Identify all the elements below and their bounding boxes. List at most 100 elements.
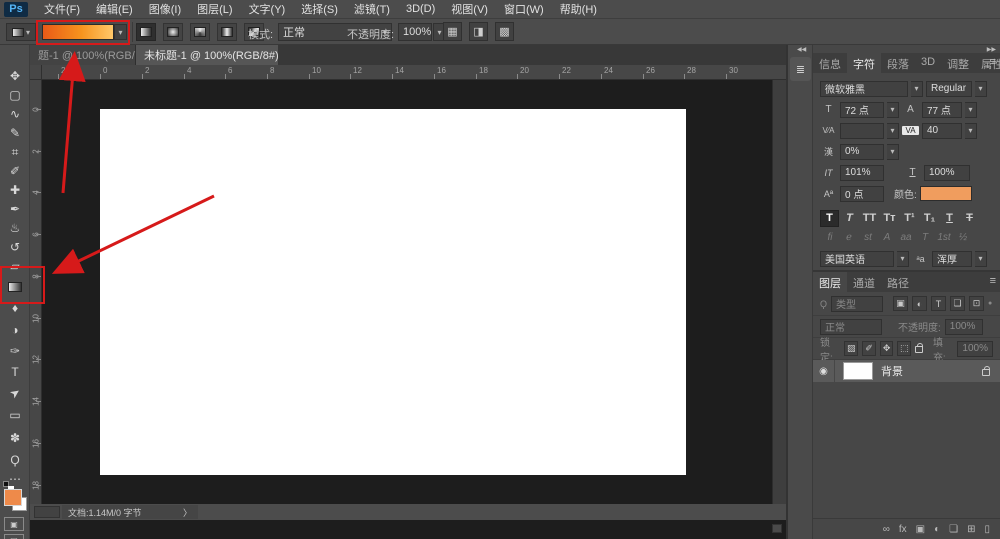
layer-row-background[interactable]: ◉ 背景 — [813, 360, 1000, 382]
quick-selection-tool[interactable]: ✎ — [0, 124, 30, 142]
tab-info[interactable]: 信息 — [813, 53, 847, 73]
tracking-field[interactable]: 40 — [922, 123, 962, 139]
new-layer-icon[interactable]: ⊞ — [967, 524, 975, 535]
chevron-down-icon[interactable]: ▾ — [887, 123, 899, 139]
filter-type-layers-icon[interactable]: T — [931, 296, 946, 311]
angle-gradient-button[interactable] — [190, 23, 210, 41]
tab-adjustments[interactable]: 调整 — [941, 53, 975, 73]
swash-button[interactable]: A — [879, 232, 895, 243]
font-size-field[interactable]: 72 点 — [840, 102, 884, 118]
transparency-toggle-button[interactable]: ▩ — [495, 22, 514, 41]
linear-gradient-button[interactable] — [136, 23, 156, 41]
history-brush-tool[interactable]: ↺ — [0, 238, 30, 256]
leading-field[interactable]: 77 点 — [922, 102, 962, 118]
blur-tool[interactable]: ♦ — [0, 299, 30, 317]
filter-adjustment-layers-icon[interactable]: ◐ — [912, 296, 927, 311]
dither-toggle-button[interactable]: ◨ — [469, 22, 488, 41]
underline-button[interactable]: T — [940, 210, 959, 227]
layer-effects-icon[interactable]: fx — [899, 524, 907, 535]
layer-mask-icon[interactable]: ▣ — [916, 524, 925, 535]
tab-paragraph[interactable]: 段落 — [881, 53, 915, 73]
anti-alias-dropdown[interactable]: 浑厚 — [932, 251, 972, 267]
panel-menu-icon[interactable]: ≡ — [990, 275, 996, 287]
proportional-spacing-field[interactable]: 0% — [840, 144, 884, 160]
menu-edit[interactable]: 编辑(E) — [88, 1, 141, 17]
panel-menu-icon[interactable]: ≡ — [990, 56, 996, 68]
lock-artboard-icon[interactable]: ⬚ — [897, 341, 911, 356]
gradient-picker[interactable]: ▾ — [42, 23, 128, 41]
filter-smart-objects-icon[interactable]: ⊡ — [969, 296, 984, 311]
expand-panels-icon[interactable]: ◀◀ — [797, 46, 806, 53]
small-caps-button[interactable]: Tт — [880, 210, 899, 227]
tab-properties[interactable]: 属性 — [975, 53, 1000, 73]
zoom-percent-field[interactable] — [34, 506, 60, 518]
reverse-toggle-button[interactable]: ▦ — [443, 22, 462, 41]
rectangle-tool[interactable]: ▭ — [0, 406, 30, 424]
chevron-down-icon[interactable]: ▾ — [975, 81, 987, 97]
horizontal-scale-field[interactable]: 100% — [924, 165, 970, 181]
canvas-viewport[interactable] — [42, 80, 772, 504]
history-panel-button[interactable]: ≣ — [790, 57, 811, 81]
layer-blend-mode-dropdown[interactable]: 正常 — [820, 319, 882, 335]
dodge-tool[interactable]: ◑ — [0, 321, 30, 339]
discretionary-ligatures-button[interactable]: st — [860, 232, 876, 243]
clone-stamp-tool[interactable]: ♨ — [0, 219, 30, 237]
text-color-swatch[interactable] — [920, 186, 972, 201]
crop-tool[interactable]: ⌗ — [0, 143, 30, 161]
menu-image[interactable]: 图像(I) — [141, 1, 189, 17]
hand-tool[interactable]: ✽ — [0, 429, 30, 447]
vertical-scale-field[interactable]: 101% — [840, 165, 884, 181]
healing-brush-tool[interactable]: ✚ — [0, 181, 30, 199]
layer-opacity-field[interactable]: 100% — [945, 319, 983, 335]
subscript-button[interactable]: T₁ — [920, 210, 939, 227]
document-tab-2[interactable]: 未标题-1 @ 100%(RGB/8#) * × — [136, 45, 278, 65]
chevron-down-icon[interactable]: ▾ — [965, 102, 977, 118]
zoom-tool[interactable]: Ϙ — [0, 451, 30, 469]
superscript-button[interactable]: T¹ — [900, 210, 919, 227]
status-expand-icon[interactable]: 〉 — [183, 506, 192, 519]
tab-paths[interactable]: 路径 — [881, 272, 915, 292]
marquee-tool[interactable]: ▢ — [0, 86, 30, 104]
chevron-down-icon[interactable]: ▾ — [911, 81, 923, 97]
lock-transparent-pixels-icon[interactable]: ▨ — [844, 341, 858, 356]
tab-character[interactable]: 字符 — [847, 53, 881, 73]
faux-bold-button[interactable]: T — [820, 210, 839, 227]
tool-preset-dropdown[interactable]: ▾ — [6, 23, 36, 41]
menu-layer[interactable]: 图层(L) — [189, 1, 240, 17]
pen-tool[interactable]: ✑ — [0, 342, 30, 360]
foreground-color-swatch[interactable] — [4, 489, 22, 506]
opacity-field[interactable]: 100% — [398, 23, 432, 41]
font-family-dropdown[interactable]: 微软雅黑 — [820, 81, 908, 97]
menu-type[interactable]: 文字(Y) — [241, 1, 294, 17]
adjustment-layer-icon[interactable]: ◐ — [934, 524, 940, 535]
chevron-down-icon[interactable]: ▾ — [887, 144, 899, 160]
radial-gradient-button[interactable] — [163, 23, 183, 41]
eraser-tool[interactable]: ▱ — [0, 257, 30, 275]
gradient-preview[interactable] — [42, 24, 114, 40]
document-canvas[interactable] — [100, 109, 686, 475]
brush-tool[interactable]: ✒ — [0, 200, 30, 218]
font-style-dropdown[interactable]: Regular — [926, 81, 972, 97]
chevron-down-icon[interactable]: ▾ — [965, 123, 977, 139]
horizontal-ruler[interactable]: 2 0 2 4 6 8 10 12 14 16 18 20 22 24 26 2… — [42, 65, 790, 80]
lasso-tool[interactable]: ∿ — [0, 105, 30, 123]
tab-3d[interactable]: 3D — [915, 53, 941, 73]
ruler-origin-corner[interactable] — [30, 65, 42, 80]
move-tool[interactable]: ✥ — [0, 67, 30, 85]
stylistic-alternates-button[interactable]: aa — [898, 232, 914, 243]
filter-pixel-layers-icon[interactable]: ▣ — [893, 296, 908, 311]
eyedropper-tool[interactable]: ✐ — [0, 162, 30, 180]
vertical-ruler[interactable]: 0 2 4 6 8 10 12 14 16 18 — [30, 80, 42, 504]
strikethrough-button[interactable]: T — [960, 210, 979, 227]
layer-thumbnail[interactable] — [843, 362, 873, 380]
path-selection-tool[interactable]: ➤ — [0, 384, 30, 402]
faux-italic-button[interactable]: T — [840, 210, 859, 227]
gradient-tool[interactable] — [0, 278, 30, 296]
menu-filter[interactable]: 滤镜(T) — [346, 1, 398, 17]
ligatures-button[interactable]: fi — [822, 232, 838, 243]
resize-grip[interactable] — [772, 524, 782, 533]
contextual-alternates-button[interactable]: ℯ — [841, 232, 857, 243]
menu-select[interactable]: 选择(S) — [293, 1, 346, 17]
filter-shape-layers-icon[interactable]: ❏ — [950, 296, 965, 311]
layer-visibility-toggle[interactable]: ◉ — [813, 360, 835, 382]
